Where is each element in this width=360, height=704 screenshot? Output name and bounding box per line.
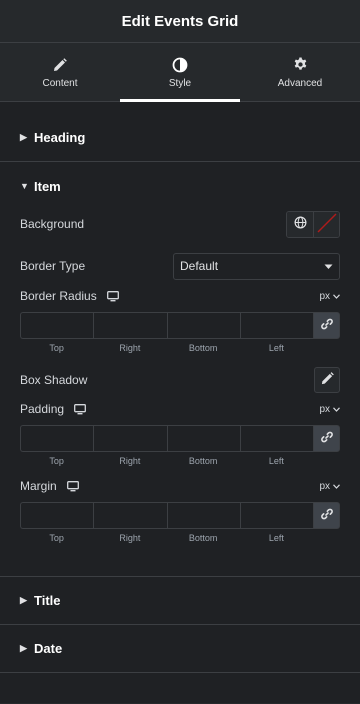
controls-area: ▶ Heading ▼ Item Background Border Type …: [0, 102, 360, 703]
padding-header: Padding px: [20, 401, 340, 417]
border-type-control: Border Type Default: [20, 252, 340, 280]
no-color-icon: [316, 212, 338, 237]
tab-advanced-label: Advanced: [277, 77, 323, 89]
tab-bar: Content Style Advanced: [0, 43, 360, 102]
margin-unit: px: [319, 480, 330, 492]
background-color-swatch[interactable]: [313, 211, 339, 237]
padding-unit: px: [319, 403, 330, 415]
tab-content[interactable]: Content: [0, 43, 120, 101]
pencil-icon: [321, 372, 334, 388]
margin-dim-labels: Top Right Bottom Left: [20, 533, 340, 543]
dim-label-left: Left: [268, 533, 284, 543]
dim-label-bottom: Bottom: [188, 533, 218, 543]
section-date-title: Date: [34, 641, 63, 656]
border-radius-dimensions: Top Right Bottom Left: [20, 312, 340, 353]
border-radius-left-input[interactable]: [239, 312, 313, 339]
dim-label-right: Right: [119, 343, 141, 353]
margin-left-input[interactable]: [239, 502, 313, 529]
margin-label-wrap: Margin: [20, 479, 79, 493]
item-controls: Background Border Type Default Border Ra…: [0, 210, 360, 543]
margin-bottom-input[interactable]: [166, 502, 240, 529]
pencil-icon: [53, 56, 67, 74]
border-radius-link-button[interactable]: [313, 312, 340, 339]
chevron-down-icon: [333, 291, 340, 302]
tab-content-label: Content: [42, 77, 78, 89]
dim-label-left: Left: [268, 343, 284, 353]
padding-top-input[interactable]: [20, 425, 94, 452]
background-type-toggle: [286, 210, 340, 238]
border-radius-dim-labels: Top Right Bottom Left: [20, 343, 340, 353]
tab-style-label: Style: [168, 77, 192, 89]
caret-right-icon: ▶: [20, 132, 27, 142]
dim-label-right: Right: [119, 533, 141, 543]
desktop-icon[interactable]: [66, 480, 79, 492]
box-shadow-edit-button[interactable]: [314, 367, 340, 393]
section-item[interactable]: ▼ Item: [0, 162, 360, 210]
padding-right-input[interactable]: [93, 425, 167, 452]
contrast-icon: [172, 56, 188, 74]
section-item-title: Item: [34, 178, 61, 194]
margin-link-button[interactable]: [313, 502, 340, 529]
border-radius-unit-select[interactable]: px: [319, 291, 340, 302]
border-radius-label-wrap: Border Radius: [20, 289, 119, 303]
border-type-value: Default: [180, 259, 219, 273]
desktop-icon[interactable]: [74, 403, 86, 415]
padding-link-button[interactable]: [313, 425, 340, 452]
tab-advanced[interactable]: Advanced: [240, 43, 360, 101]
section-heading[interactable]: ▶ Heading: [0, 114, 360, 162]
link-icon: [320, 508, 333, 523]
border-radius-label: Border Radius: [20, 289, 97, 303]
padding-left-input[interactable]: [239, 425, 313, 452]
background-classic-button[interactable]: [287, 211, 313, 237]
section-title-title: Title: [34, 593, 61, 608]
margin-header: Margin px: [20, 478, 340, 494]
border-type-select[interactable]: Default: [173, 252, 340, 280]
border-radius-header: Border Radius px: [20, 288, 340, 304]
margin-dimensions: Top Right Bottom Left: [20, 502, 340, 543]
padding-dim-labels: Top Right Bottom Left: [20, 456, 340, 466]
link-icon: [320, 318, 333, 333]
box-shadow-control: Box Shadow: [20, 367, 340, 393]
section-title[interactable]: ▶ Title: [0, 577, 360, 625]
chevron-down-icon: [333, 481, 340, 492]
dim-label-top: Top: [49, 456, 64, 466]
gear-icon: [293, 56, 308, 74]
desktop-icon[interactable]: [106, 290, 119, 302]
dim-label-bottom: Bottom: [188, 456, 218, 466]
panel-title: Edit Events Grid: [121, 12, 239, 30]
box-shadow-label: Box Shadow: [20, 373, 88, 387]
margin-top-input[interactable]: [20, 502, 94, 529]
background-control: Background: [20, 210, 340, 238]
background-label: Background: [20, 217, 85, 231]
dim-label-left: Left: [268, 456, 284, 466]
caret-right-icon: ▶: [20, 643, 27, 653]
margin-right-input[interactable]: [93, 502, 167, 529]
border-radius-bottom-input[interactable]: [166, 312, 240, 339]
caret-right-icon: ▶: [20, 595, 27, 605]
margin-label: Margin: [20, 479, 57, 493]
border-type-label: Border Type: [20, 259, 86, 273]
padding-unit-select[interactable]: px: [319, 404, 340, 415]
dim-label-top: Top: [49, 533, 64, 543]
padding-label-wrap: Padding: [20, 402, 86, 416]
panel-header: Edit Events Grid: [0, 0, 360, 43]
padding-dimensions: Top Right Bottom Left: [20, 425, 340, 466]
padding-label: Padding: [20, 402, 65, 416]
chevron-down-icon: [324, 259, 333, 273]
globe-icon: [294, 216, 307, 232]
dim-label-bottom: Bottom: [188, 343, 218, 353]
chevron-down-icon: [333, 404, 340, 415]
dim-label-top: Top: [49, 343, 64, 353]
caret-down-icon: ▼: [20, 181, 29, 191]
border-radius-right-input[interactable]: [93, 312, 167, 339]
border-radius-unit: px: [319, 290, 330, 302]
padding-bottom-input[interactable]: [166, 425, 240, 452]
section-heading-title: Heading: [34, 130, 86, 145]
tab-style[interactable]: Style: [120, 43, 240, 102]
margin-unit-select[interactable]: px: [319, 481, 340, 492]
link-icon: [320, 431, 333, 446]
border-radius-top-input[interactable]: [20, 312, 94, 339]
dim-label-right: Right: [119, 456, 141, 466]
section-date[interactable]: ▶ Date: [0, 625, 360, 673]
